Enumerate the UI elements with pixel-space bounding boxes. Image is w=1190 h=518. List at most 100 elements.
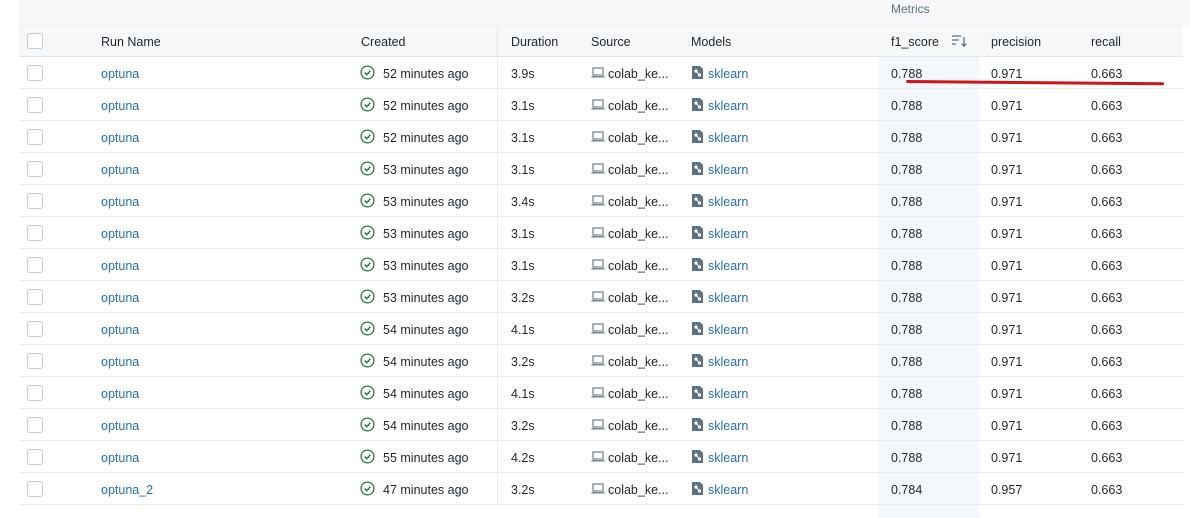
check-circle-icon [360, 353, 375, 368]
model-link[interactable]: sklearn [708, 483, 748, 497]
model-link[interactable]: sklearn [708, 131, 748, 145]
run-name-link[interactable]: optuna [101, 355, 139, 369]
model-link[interactable]: sklearn [708, 227, 748, 241]
header-models[interactable]: Models [691, 35, 731, 49]
source-value[interactable]: colab_ke... [608, 419, 668, 433]
source-value[interactable]: colab_ke... [608, 387, 668, 401]
source-value[interactable]: colab_ke... [608, 483, 668, 497]
table-row[interactable]: optuna 54 minutes ago 3.2s colab_ke... sklea… [19, 409, 1190, 441]
model-link[interactable]: sklearn [708, 355, 748, 369]
table-row[interactable]: optuna 53 minutes ago 3.1s colab_ke... sklea… [19, 217, 1190, 249]
source-value[interactable]: colab_ke... [608, 451, 668, 465]
table-row[interactable]: optuna 52 minutes ago 3.1s colab_ke... sklea… [19, 121, 1190, 153]
run-name-link[interactable]: optuna [101, 291, 139, 305]
model-link[interactable]: sklearn [708, 259, 748, 273]
table-row[interactable]: optuna 54 minutes ago 4.1s colab_ke... sklea… [19, 313, 1190, 345]
sort-descending-icon[interactable] [951, 34, 967, 48]
model-link[interactable]: sklearn [708, 419, 748, 433]
recall-value: 0.663 [1091, 451, 1123, 465]
vertical-scrollbar[interactable] [1183, 25, 1190, 518]
source-value[interactable]: colab_ke... [608, 163, 668, 177]
duration-value: 3.2s [511, 355, 535, 369]
row-checkbox[interactable] [27, 97, 43, 113]
row-checkbox[interactable] [27, 321, 43, 337]
header-precision[interactable]: precision [991, 35, 1041, 49]
recall-value: 0.663 [1091, 99, 1123, 113]
row-checkbox[interactable] [27, 257, 43, 273]
check-circle-icon [360, 481, 375, 496]
header-f1-score[interactable]: f1_score [891, 35, 939, 49]
table-row[interactable]: optuna 54 minutes ago 4.1s colab_ke... sklea… [19, 377, 1190, 409]
source-value[interactable]: colab_ke... [608, 99, 668, 113]
precision-value: 0.971 [991, 323, 1023, 337]
run-name-link[interactable]: optuna [101, 259, 139, 273]
model-link[interactable]: sklearn [708, 323, 748, 337]
f1-score-value: 0.788 [891, 163, 923, 177]
model-icon [691, 417, 704, 432]
check-circle-icon [360, 385, 375, 400]
run-name-link[interactable]: optuna [101, 99, 139, 113]
row-checkbox[interactable] [27, 353, 43, 369]
run-name-link[interactable]: optuna_2 [101, 483, 153, 497]
row-checkbox[interactable] [27, 289, 43, 305]
table-row[interactable]: optuna 54 minutes ago 3.2s colab_ke... sklea… [19, 345, 1190, 377]
model-link[interactable]: sklearn [708, 291, 748, 305]
row-checkbox[interactable] [27, 129, 43, 145]
table-row[interactable]: optuna 53 minutes ago 3.2s colab_ke... sklea… [19, 281, 1190, 313]
run-name-link[interactable]: optuna [101, 451, 139, 465]
source-value[interactable]: colab_ke... [608, 67, 668, 81]
table-row[interactable]: optuna_2 47 minutes ago 3.2s colab_ke... skl… [19, 473, 1190, 505]
run-name-link[interactable]: optuna [101, 67, 139, 81]
row-checkbox[interactable] [27, 65, 43, 81]
run-name-link[interactable]: optuna [101, 227, 139, 241]
column-divider [497, 153, 498, 185]
row-checkbox[interactable] [27, 449, 43, 465]
source-value[interactable]: colab_ke... [608, 323, 668, 337]
check-circle-icon [360, 65, 375, 80]
row-checkbox[interactable] [27, 161, 43, 177]
row-checkbox[interactable] [27, 193, 43, 209]
table-row[interactable]: optuna 53 minutes ago 3.1s colab_ke... sklea… [19, 153, 1190, 185]
model-icon [691, 257, 704, 272]
model-link[interactable]: sklearn [708, 99, 748, 113]
header-run-name[interactable]: Run Name [101, 35, 161, 49]
run-name-link[interactable]: optuna [101, 419, 139, 433]
select-all-checkbox[interactable] [27, 33, 43, 49]
table-row[interactable]: optuna 53 minutes ago 3.1s colab_ke... sklea… [19, 249, 1190, 281]
header-created[interactable]: Created [361, 35, 405, 49]
run-name-link[interactable]: optuna [101, 131, 139, 145]
table-row[interactable]: optuna 53 minutes ago 3.4s colab_ke... sklea… [19, 185, 1190, 217]
model-link[interactable]: sklearn [708, 67, 748, 81]
precision-value: 0.971 [991, 99, 1023, 113]
run-name-link[interactable]: optuna [101, 195, 139, 209]
source-value[interactable]: colab_ke... [608, 259, 668, 273]
model-link[interactable]: sklearn [708, 163, 748, 177]
model-link[interactable]: sklearn [708, 195, 748, 209]
table-row[interactable]: optuna 55 minutes ago 4.2s colab_ke... sklea… [19, 441, 1190, 473]
source-value[interactable]: colab_ke... [608, 131, 668, 145]
row-checkbox[interactable] [27, 385, 43, 401]
header-source[interactable]: Source [591, 35, 631, 49]
row-checkbox[interactable] [27, 481, 43, 497]
run-name-link[interactable]: optuna [101, 323, 139, 337]
source-value[interactable]: colab_ke... [608, 227, 668, 241]
f1-score-value: 0.788 [891, 323, 923, 337]
created-time: 54 minutes ago [383, 323, 469, 337]
column-divider [497, 345, 498, 377]
header-recall[interactable]: recall [1091, 35, 1121, 49]
model-link[interactable]: sklearn [708, 451, 748, 465]
source-value[interactable]: colab_ke... [608, 195, 668, 209]
table-row[interactable]: optuna 52 minutes ago 3.1s colab_ke... sklea… [19, 89, 1190, 121]
check-circle-icon [360, 417, 375, 432]
f1-score-value: 0.788 [891, 419, 923, 433]
source-value[interactable]: colab_ke... [608, 355, 668, 369]
header-duration[interactable]: Duration [511, 35, 558, 49]
laptop-icon [591, 323, 605, 334]
run-name-link[interactable]: optuna [101, 163, 139, 177]
run-name-link[interactable]: optuna [101, 387, 139, 401]
table-row[interactable]: optuna 52 minutes ago 3.9s colab_ke... sklea… [19, 57, 1190, 89]
row-checkbox[interactable] [27, 225, 43, 241]
source-value[interactable]: colab_ke... [608, 291, 668, 305]
model-link[interactable]: sklearn [708, 387, 748, 401]
row-checkbox[interactable] [27, 417, 43, 433]
